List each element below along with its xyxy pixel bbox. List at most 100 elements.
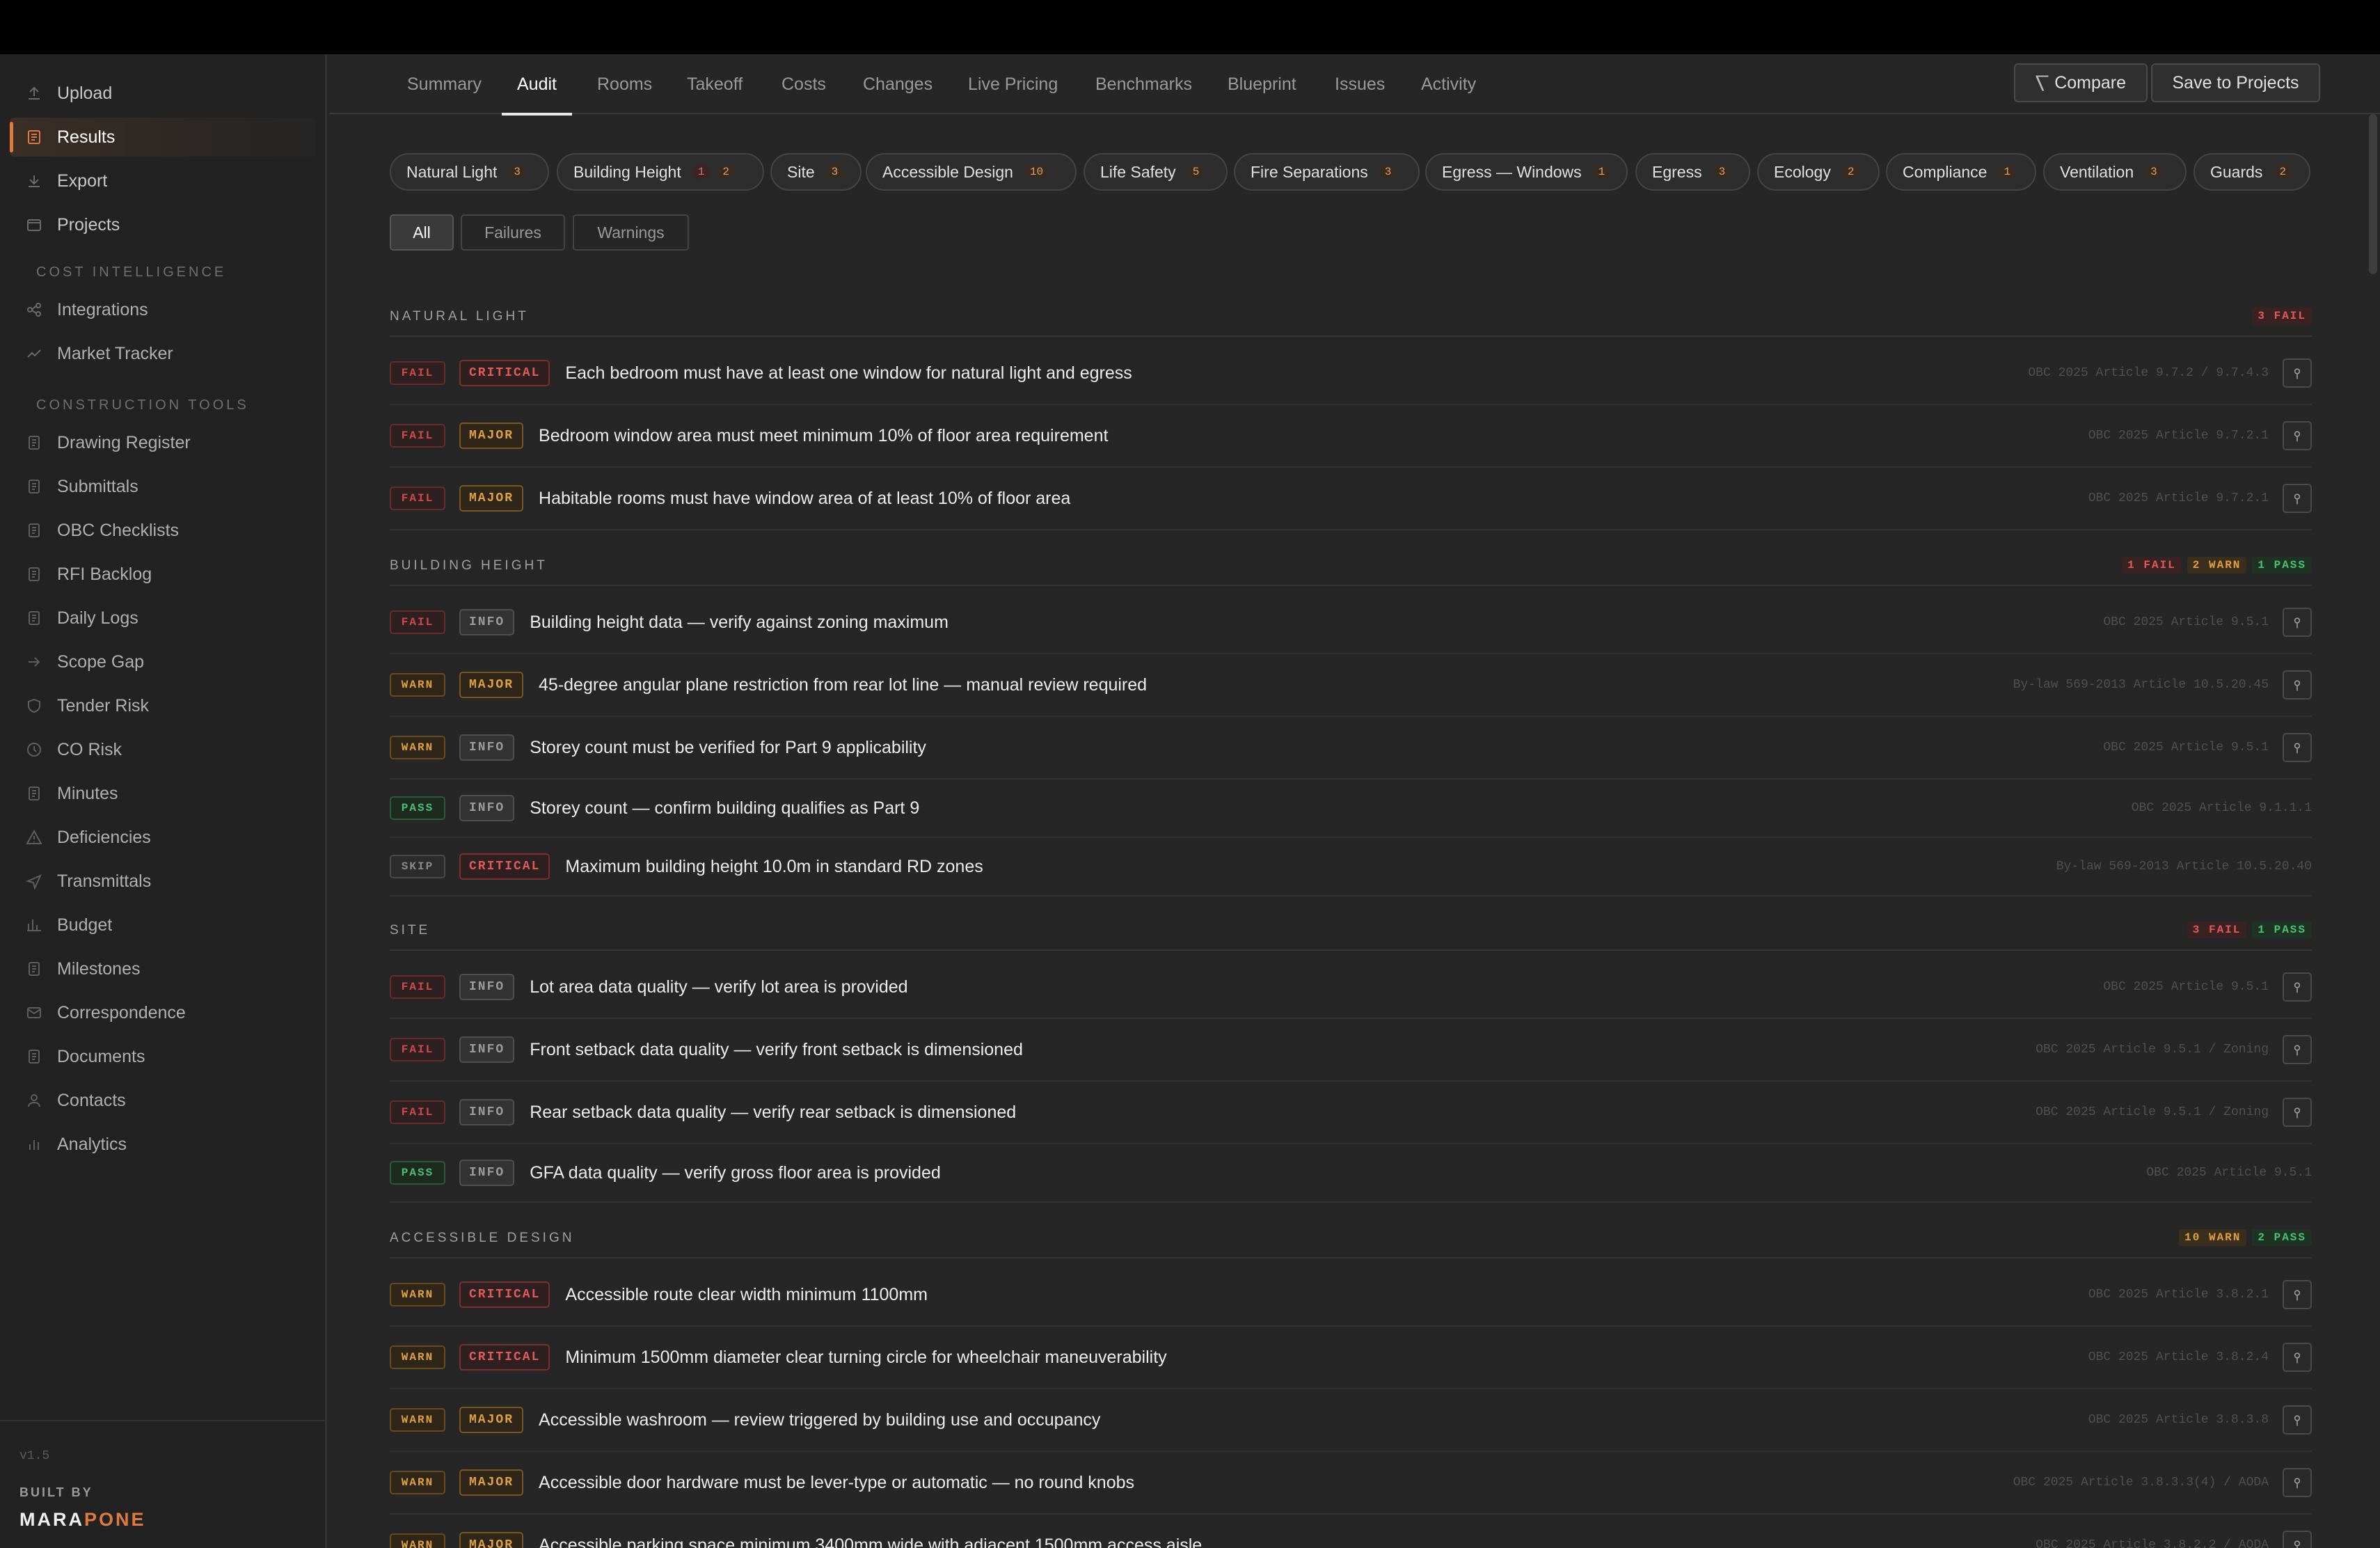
chip-count: 10 (1024, 165, 1049, 179)
chip-label: Egress (1652, 162, 1702, 181)
save-to-projects-button[interactable]: Save to Projects (2151, 63, 2320, 102)
audit-row[interactable]: FAIL INFO Front setback data quality — ver… (390, 1019, 2312, 1082)
sidebar-item-minutes[interactable]: Minutes (10, 774, 316, 813)
filter-warnings[interactable]: Warnings (573, 214, 689, 251)
sidebar-item-contacts[interactable]: Contacts (10, 1081, 316, 1120)
audit-row[interactable]: FAIL MAJOR Habitable rooms must have windo… (390, 468, 2312, 530)
filter-all[interactable]: All (390, 214, 454, 251)
locate-pin-button[interactable] (2283, 1098, 2312, 1127)
locate-pin-button[interactable] (2283, 421, 2312, 450)
chip-count: 2 (717, 165, 735, 179)
locate-pin-button[interactable] (2283, 670, 2312, 700)
tab-issues[interactable]: Issues (1335, 54, 1385, 114)
audit-row[interactable]: WARN MAJOR Accessible door hardware must b… (390, 1452, 2312, 1515)
rule-text: Bedroom window area must meet minimum 10… (539, 425, 1109, 445)
audit-row[interactable]: PASS INFO GFA data quality — verify gross … (390, 1144, 2312, 1203)
locate-pin-button[interactable] (2283, 1531, 2312, 1548)
sidebar-item-deficiencies[interactable]: Deficiencies (10, 818, 316, 857)
code-reference: OBC 2025 Article 9.5.1 / Zoning (2036, 1105, 2269, 1119)
audit-row[interactable]: FAIL INFO Building height data — verify ag… (390, 592, 2312, 654)
sidebar-item-obc-checklists[interactable]: OBC Checklists (10, 511, 316, 550)
info-icon (25, 565, 43, 583)
tab-rooms[interactable]: Rooms (597, 54, 652, 114)
sidebar-item-label: OBC Checklists (57, 520, 180, 540)
sidebar-item-drawing-register[interactable]: Drawing Register (10, 423, 316, 462)
locate-pin-button[interactable] (2283, 733, 2312, 762)
locate-pin-button[interactable] (2283, 1343, 2312, 1372)
locate-pin-button[interactable] (2283, 1035, 2312, 1064)
sidebar-item-transmittals[interactable]: Transmittals (10, 862, 316, 901)
category-chip[interactable]: Egress 3 (1635, 153, 1750, 191)
chip-count: 3 (1713, 165, 1731, 179)
tab-takeoff[interactable]: Takeoff (687, 54, 743, 114)
compare-button[interactable]: ⎲ Compare (2014, 63, 2148, 102)
category-chip[interactable]: Ventilation 3 (2043, 153, 2187, 191)
category-chip[interactable]: Guards 2 (2193, 153, 2310, 191)
tab-live-pricing[interactable]: Live Pricing (968, 54, 1058, 114)
audit-row[interactable]: PASS INFO Storey count — confirm building … (390, 780, 2312, 838)
audit-row[interactable]: FAIL CRITICAL Each bedroom must have at le… (390, 342, 2312, 405)
locate-pin-button[interactable] (2283, 972, 2312, 1002)
map-pin-icon (2294, 1352, 2301, 1364)
warning-icon (25, 828, 43, 846)
tab-blueprint[interactable]: Blueprint (1228, 54, 1296, 114)
category-chip[interactable]: Compliance 1 (1886, 153, 2036, 191)
locate-pin-button[interactable] (2283, 358, 2312, 388)
audit-row[interactable]: WARN CRITICAL Accessible route clear width… (390, 1264, 2312, 1327)
category-chip[interactable]: Egress — Windows 1 (1425, 153, 1628, 191)
category-chip[interactable]: Life Safety 5 (1084, 153, 1228, 191)
audit-row[interactable]: FAIL MAJOR Bedroom window area must meet m… (390, 405, 2312, 468)
section-label-construction-tools: CONSTRUCTION TOOLS (36, 397, 249, 413)
sidebar-item-market-tracker[interactable]: Market Tracker (10, 334, 316, 373)
tab-summary[interactable]: Summary (407, 54, 482, 114)
sidebar-item-upload[interactable]: Upload (10, 74, 316, 113)
category-chip[interactable]: Accessible Design 10 (866, 153, 1077, 191)
sidebar-item-rfi-backlog[interactable]: RFI Backlog (10, 555, 316, 594)
locate-pin-button[interactable] (2283, 1280, 2312, 1309)
sidebar-item-results[interactable]: Results (10, 118, 316, 157)
sidebar-item-co-risk[interactable]: CO Risk (10, 730, 316, 769)
section-label-cost-intelligence: COST INTELLIGENCE (36, 264, 227, 280)
audit-row[interactable]: WARN MAJOR Accessible parking space minimu… (390, 1515, 2312, 1548)
locate-pin-button[interactable] (2283, 1405, 2312, 1435)
sidebar-item-projects[interactable]: Projects (10, 205, 316, 244)
code-reference: By-law 569-2013 Article 10.5.20.40 (2056, 860, 2312, 874)
audit-row[interactable]: WARN MAJOR 45-degree angular plane restric… (390, 654, 2312, 717)
tab-costs[interactable]: Costs (782, 54, 826, 114)
category-chip[interactable]: Natural Light 3 (390, 153, 549, 191)
locate-pin-button[interactable] (2283, 1468, 2312, 1497)
category-chip[interactable]: Site 3 (770, 153, 862, 191)
audit-row[interactable]: FAIL INFO Rear setback data quality — veri… (390, 1082, 2312, 1144)
sidebar-item-label: Correspondence (57, 1002, 186, 1022)
audit-row[interactable]: SKIP CRITICAL Maximum building height 10.0… (390, 838, 2312, 897)
locate-pin-button[interactable] (2283, 484, 2312, 513)
chip-count: 5 (1187, 165, 1205, 179)
chip-count: 2 (2274, 165, 2292, 179)
filter-failures[interactable]: Failures (461, 214, 565, 251)
sidebar-item-budget[interactable]: Budget (10, 906, 316, 945)
sidebar-item-daily-logs[interactable]: Daily Logs (10, 599, 316, 638)
scrollbar-thumb[interactable] (2369, 114, 2377, 274)
locate-pin-button[interactable] (2283, 608, 2312, 637)
audit-row[interactable]: WARN MAJOR Accessible washroom — review tr… (390, 1389, 2312, 1452)
sidebar-item-milestones[interactable]: Milestones (10, 949, 316, 988)
tab-activity[interactable]: Activity (1421, 54, 1476, 114)
audit-row[interactable]: FAIL INFO Lot area data quality — verify l… (390, 956, 2312, 1019)
audit-row[interactable]: WARN INFO Storey count must be verified fo… (390, 717, 2312, 780)
category-chip[interactable]: Fire Separations 3 (1234, 153, 1420, 191)
tab-changes[interactable]: Changes (863, 54, 933, 114)
audit-row[interactable]: WARN CRITICAL Minimum 1500mm diameter clea… (390, 1327, 2312, 1389)
sidebar-item-tender-risk[interactable]: Tender Risk (10, 686, 316, 725)
sidebar-item-scope-gap[interactable]: Scope Gap (10, 642, 316, 681)
sidebar-item-correspondence[interactable]: Correspondence (10, 993, 316, 1032)
sidebar-item-export[interactable]: Export (10, 161, 316, 200)
tab-audit[interactable]: Audit (502, 54, 572, 116)
code-reference: OBC 2025 Article 9.5.1 (2103, 615, 2269, 629)
sidebar-item-integrations[interactable]: Integrations (10, 290, 316, 329)
sidebar-item-documents[interactable]: Documents (10, 1037, 316, 1076)
sidebar-item-submittals[interactable]: Submittals (10, 467, 316, 506)
category-chip[interactable]: Ecology 2 (1757, 153, 1880, 191)
tab-benchmarks[interactable]: Benchmarks (1095, 54, 1192, 114)
category-chip[interactable]: Building Height 1 2 (557, 153, 764, 191)
sidebar-item-analytics[interactable]: Analytics (10, 1125, 316, 1164)
